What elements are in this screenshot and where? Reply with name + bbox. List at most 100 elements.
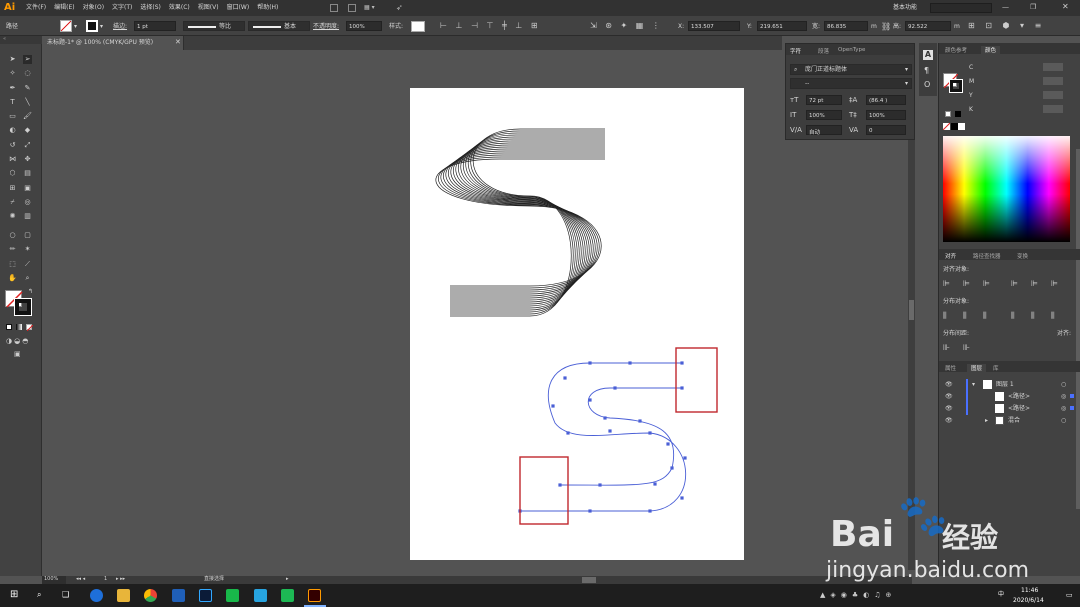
distribute-button-icon[interactable]: ⫼ bbox=[943, 312, 947, 320]
tab-opentype[interactable]: OpenType bbox=[838, 47, 865, 53]
tab-character[interactable]: 字符 bbox=[790, 47, 801, 55]
anchor-point[interactable] bbox=[588, 509, 592, 513]
target-icon[interactable]: ◎ bbox=[1061, 394, 1066, 400]
stroke-dropdown-icon[interactable]: ▾ bbox=[100, 24, 103, 30]
character-panel-icon[interactable]: A bbox=[923, 50, 933, 60]
magic-wand-icon[interactable]: ✧ bbox=[8, 69, 17, 78]
photoshop-icon[interactable] bbox=[199, 589, 212, 602]
y-field[interactable]: 219.651 bbox=[757, 21, 807, 31]
artboard-number[interactable]: 1 bbox=[104, 577, 107, 582]
clock-time[interactable]: 11:46 bbox=[1021, 588, 1038, 594]
menu-file[interactable]: 文件(F) bbox=[26, 5, 46, 11]
anchor-point[interactable] bbox=[670, 466, 674, 470]
opentype-panel-icon[interactable]: O bbox=[924, 81, 930, 89]
ellipse-tool-icon[interactable]: ○ bbox=[8, 231, 17, 240]
anchor-point[interactable] bbox=[680, 361, 684, 365]
menu-object[interactable]: 对象(O) bbox=[83, 5, 104, 11]
distribute-button-icon[interactable]: ⫼ bbox=[1031, 312, 1035, 320]
shape-builder-icon[interactable]: ⬡ bbox=[8, 169, 17, 178]
align-button-icon[interactable]: ⊫ bbox=[1031, 280, 1038, 288]
menu-type[interactable]: 文字(T) bbox=[112, 5, 132, 11]
h-field[interactable]: 92.522 bbox=[905, 21, 951, 31]
anchor-point[interactable] bbox=[551, 404, 555, 408]
menu-edit[interactable]: 编辑(E) bbox=[54, 5, 74, 11]
black-swatch-small[interactable] bbox=[951, 123, 958, 130]
tracking-field[interactable]: 0 bbox=[866, 125, 906, 135]
screen-mode-icon[interactable]: ▣ bbox=[14, 351, 21, 358]
type-tool-icon[interactable]: T bbox=[8, 98, 17, 107]
white-swatch[interactable] bbox=[945, 111, 951, 117]
brush-definition[interactable]: 基本 bbox=[248, 21, 310, 31]
color-mode-icon[interactable] bbox=[6, 324, 12, 330]
spacing-button-icon[interactable]: ⊪ bbox=[963, 344, 970, 352]
layer-name[interactable]: <路径> bbox=[1008, 406, 1030, 412]
stroke-swatch[interactable] bbox=[86, 20, 98, 32]
target-icon[interactable]: ○ bbox=[1061, 382, 1066, 388]
target-icon[interactable]: ◎ bbox=[1061, 406, 1066, 412]
tray-icons[interactable]: ▲◈◉♣◐♫⊕ bbox=[820, 592, 896, 599]
color-stroke-box[interactable] bbox=[949, 79, 963, 93]
anchor-point[interactable] bbox=[648, 509, 652, 513]
eye-icon[interactable]: 👁 bbox=[945, 406, 953, 412]
link-icon[interactable]: ⛓ bbox=[881, 23, 891, 31]
free-transform-icon[interactable]: ✥ bbox=[23, 155, 32, 164]
windows-start-icon[interactable]: ⊞ bbox=[10, 590, 18, 600]
variable-width-profile[interactable]: 等比 bbox=[183, 21, 245, 31]
anchor-point[interactable] bbox=[628, 361, 632, 365]
anchor-point[interactable] bbox=[566, 431, 570, 435]
gradient-tool-icon[interactable]: ▣ bbox=[23, 184, 32, 193]
anchor-point[interactable] bbox=[683, 456, 687, 460]
tab-properties[interactable]: 属性 bbox=[945, 364, 956, 372]
mesh-tool-icon[interactable]: ⊞ bbox=[8, 184, 17, 193]
width-tool-icon[interactable]: ⋈ bbox=[8, 155, 17, 164]
vertical-scroll-thumb[interactable] bbox=[909, 300, 914, 320]
draw-mode-icons[interactable]: ◑◒◓ bbox=[6, 338, 30, 345]
gradient-mode-icon[interactable] bbox=[16, 324, 22, 330]
eye-icon[interactable]: 👁 bbox=[945, 418, 953, 424]
x-field[interactable]: 133.507 bbox=[688, 21, 740, 31]
tab-close-icon[interactable]: ✕ bbox=[175, 39, 181, 46]
anchor-point[interactable] bbox=[603, 416, 607, 420]
stroke-weight-field[interactable]: 1 pt bbox=[134, 21, 176, 31]
anchor-point[interactable] bbox=[666, 442, 670, 446]
leading-field[interactable]: (86.4 ) bbox=[866, 95, 906, 105]
clock-date[interactable]: 2020/6/14 bbox=[1013, 598, 1044, 604]
anchor-point[interactable] bbox=[638, 419, 642, 423]
gpu-performance-icon[interactable]: ➶ bbox=[396, 4, 403, 12]
edge-browser-icon[interactable] bbox=[90, 589, 103, 602]
align-icons[interactable]: ⊢ ⊥ ⊣ ⊤ ╪ ⊥ ⊞ bbox=[440, 22, 541, 30]
artwork[interactable] bbox=[410, 88, 744, 560]
perspective-grid-icon[interactable]: ▤ bbox=[23, 169, 32, 178]
tab-align[interactable]: 对齐 bbox=[945, 252, 956, 260]
anchor-point[interactable] bbox=[648, 431, 652, 435]
artboard[interactable] bbox=[410, 88, 744, 560]
align-button-icon[interactable]: ⊫ bbox=[983, 280, 990, 288]
zoom-field[interactable]: 100% bbox=[42, 576, 66, 584]
file-explorer-icon[interactable] bbox=[117, 589, 130, 602]
graphic-style-swatch[interactable] bbox=[411, 21, 425, 32]
align-button-icon[interactable]: ⊫ bbox=[1011, 280, 1018, 288]
anchor-point[interactable] bbox=[608, 429, 612, 433]
anchor-point[interactable] bbox=[588, 398, 592, 402]
opacity-label[interactable]: 不透明度: bbox=[313, 24, 339, 30]
bridge-icon[interactable] bbox=[330, 4, 338, 12]
eraser-icon[interactable]: ◆ bbox=[23, 126, 32, 135]
expand-icon[interactable]: ▸ bbox=[985, 418, 988, 424]
tab-transform[interactable]: 变换 bbox=[1017, 252, 1028, 260]
menu-select[interactable]: 选择(S) bbox=[140, 5, 161, 11]
layer-name[interactable]: 图层 1 bbox=[996, 382, 1014, 388]
tab-color[interactable]: 颜色 bbox=[981, 46, 1001, 54]
app-icon[interactable] bbox=[254, 589, 267, 602]
tab-paragraph[interactable]: 段落 bbox=[818, 47, 829, 55]
anchor-point[interactable] bbox=[680, 386, 684, 390]
channel-m-field[interactable] bbox=[1043, 77, 1063, 85]
lasso-icon[interactable]: ◌ bbox=[23, 69, 32, 78]
none-mode-icon[interactable] bbox=[26, 324, 33, 331]
expand-icon[interactable]: ▾ bbox=[972, 382, 975, 388]
layer-row[interactable]: 👁 ▸ 混合 ○ bbox=[939, 415, 1075, 427]
close-icon[interactable]: ✕ bbox=[1062, 3, 1069, 11]
illustrator-icon[interactable] bbox=[308, 589, 321, 602]
menu-view[interactable]: 视图(V) bbox=[198, 5, 219, 11]
opacity-field[interactable]: 100% bbox=[346, 21, 382, 31]
direct-selection-tool-icon[interactable]: ➢ bbox=[23, 55, 32, 64]
